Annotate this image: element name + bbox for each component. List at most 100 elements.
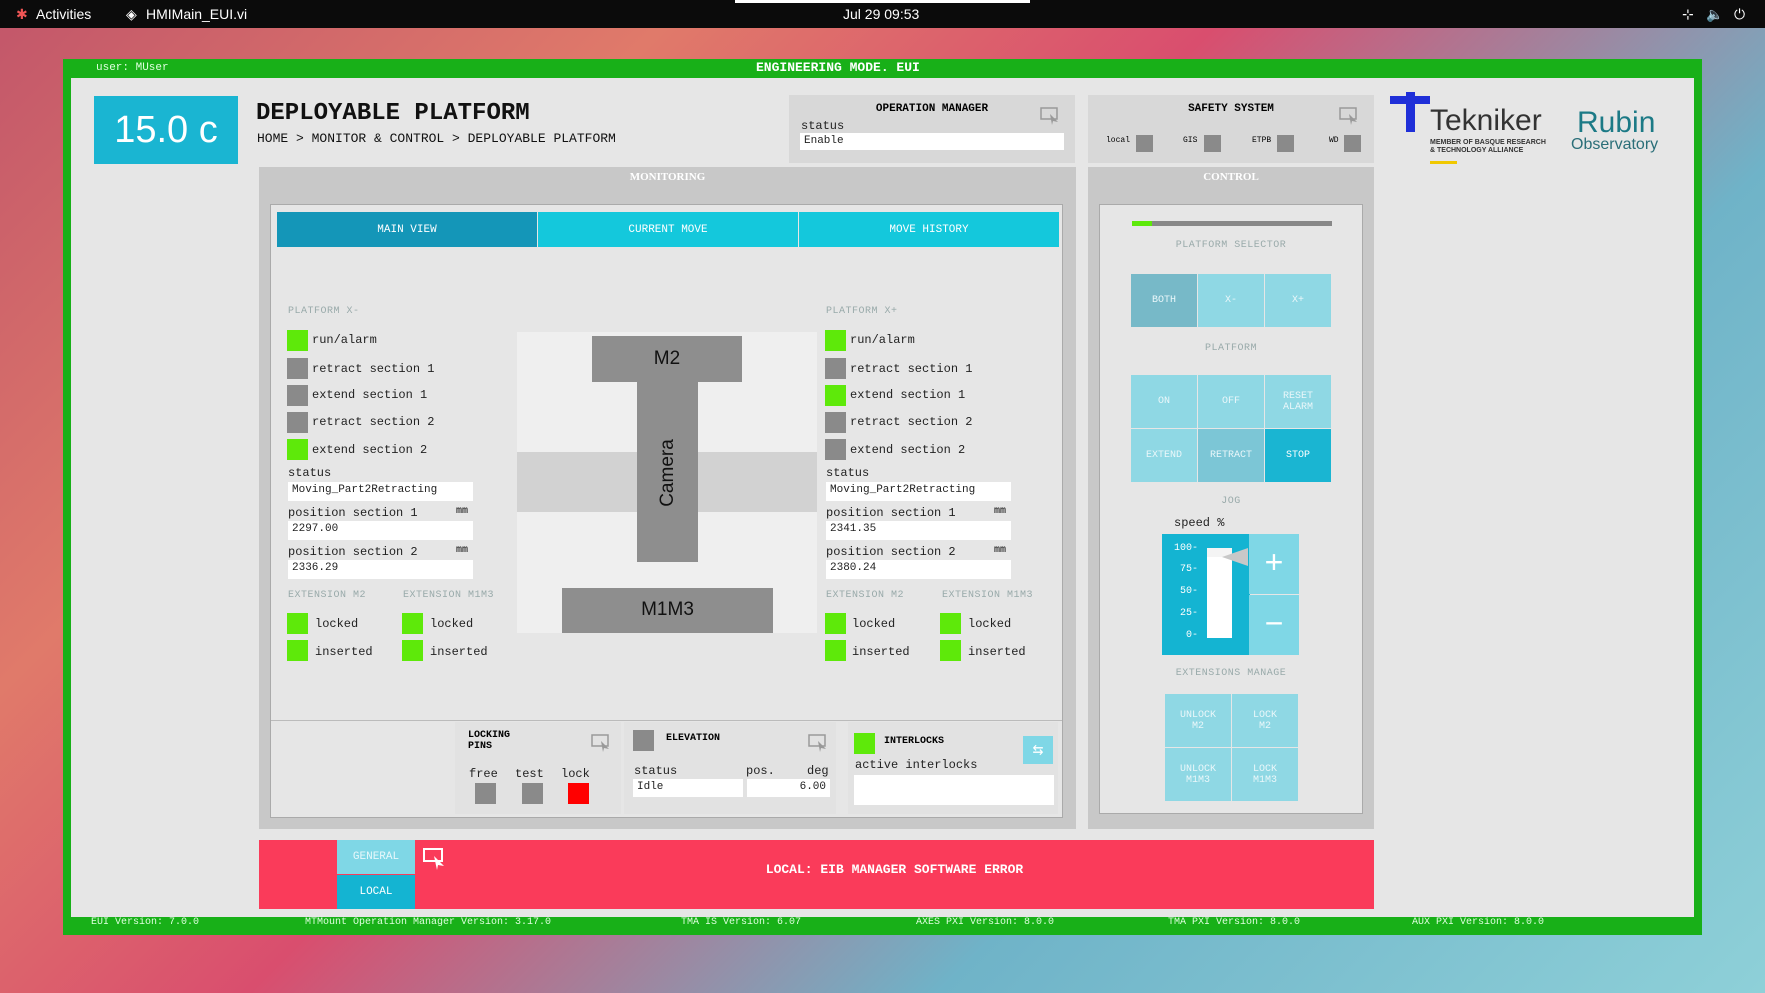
speed-slider[interactable]: 100- 75- 50- 25- 0- [1162,534,1250,655]
volume-icon[interactable]: 🔈 [1706,6,1723,23]
platform-off-button[interactable]: OFF [1198,375,1264,428]
breadcrumb[interactable]: HOME > MONITOR & CONTROL > DEPLOYABLE PL… [257,131,616,146]
tekniker-underline [1430,161,1457,164]
stop-button[interactable]: STOP [1265,429,1331,482]
lock-m1m3-label-2: M1M3 [1252,774,1277,786]
pin-test-led [522,783,543,804]
activities-button[interactable]: Activities [36,6,91,22]
selector-x-minus-button[interactable]: X- [1198,274,1264,327]
platform-selector-label: PLATFORM SELECTOR [1175,240,1287,251]
speed-slider-thumb[interactable] [1222,548,1248,566]
safety-gis-led [1204,135,1221,152]
m1m3-label: M1M3 [641,599,694,620]
control-title: CONTROL [1203,171,1259,183]
xm-extend-2-label: extend section 2 [312,443,428,457]
xp-ext-m1m3-title: EXTENSION M1M3 [942,590,1034,601]
xm-extend-1-label: extend section 1 [312,388,428,402]
tekniker-subtitle-1: MEMBER OF BASQUE RESEARCH [1430,139,1546,146]
mode-label: ENGINEERING MODE. EUI [756,60,920,75]
observatory-logo: Observatory [1571,136,1659,153]
unlock-m1m3-label-2: M1M3 [1185,774,1210,786]
operation-manager-title: OPERATION MANAGER [875,103,989,115]
power-icon[interactable]: ⏻ [1734,6,1745,23]
progress-bar [1132,221,1332,226]
xm-m2-locked-led [287,613,308,634]
xp-pos1-label: position section 1 [826,506,956,520]
interlocks-led [854,733,875,754]
operation-manager-status: Enable [800,133,1064,150]
xp-pos2-label: position section 2 [826,545,956,559]
tekniker-logo: Tekniker [1430,104,1542,137]
xp-m1m3-locked-label: locked [968,617,1012,631]
xp-pos1-unit: mm [994,506,1007,517]
xp-status-label: status [826,466,870,480]
activities-icon: ✱ [16,6,28,22]
xm-retract-2-led [287,412,308,433]
reset-alarm-label-1: RESET [1282,390,1313,402]
app-menu[interactable]: HMIMain_EUI.vi [146,6,247,22]
platform-on-button[interactable]: ON [1131,375,1197,428]
tick-50: 50- [1180,586,1199,597]
xp-m1m3-inserted-label: inserted [968,645,1026,659]
unlock-m1m3-button[interactable]: UNLOCK M1M3 [1165,748,1231,801]
safety-system-title: SAFETY SYSTEM [1188,103,1274,115]
rubin-logo: Rubin [1577,106,1656,139]
locking-pins-panel: LOCKING PINS free test lock [455,722,621,814]
tekniker-logo-icon [1390,92,1430,132]
alarm-tab-local[interactable]: LOCAL [337,875,415,909]
xm-extend-1-led [287,385,308,406]
monitoring-title: MONITORING [629,171,706,183]
network-icon[interactable]: ⊹ [1682,6,1694,23]
tick-0: 0- [1186,630,1199,641]
xm-pos2-label: position section 2 [288,545,418,559]
platform-plus-title: PLATFORM X+ [826,306,898,317]
safety-etpb-label: ETPB [1252,136,1272,145]
elevation-pos-field: 6.00 [747,779,830,797]
xp-status-field: Moving_Part2Retracting [826,482,1011,501]
lock-m2-button[interactable]: LOCK M2 [1232,694,1298,747]
tab-move-history[interactable]: MOVE HISTORY [799,212,1059,247]
retract-button[interactable]: RETRACT [1198,429,1264,482]
footer-tma-pxi-version: TMA PXI Version: 8.0.0 [1168,917,1301,928]
lock-m1m3-button[interactable]: LOCK M1M3 [1232,748,1298,801]
refresh-icon[interactable]: ⇆ [1023,736,1053,764]
user-label: user: MUser [96,62,169,74]
unlock-m2-button[interactable]: UNLOCK M2 [1165,694,1231,747]
speed-slider-fill [1207,557,1232,638]
xm-retract-1-led [287,358,308,379]
platform-label: PLATFORM [1204,343,1257,354]
speed-decrease-button[interactable]: − [1249,595,1299,655]
xm-retract-1-label: retract section 1 [312,362,435,376]
alarm-message: LOCAL: EIB MANAGER SOFTWARE ERROR [765,862,1024,877]
xp-m2-locked-label: locked [852,617,896,631]
footer-eui-version: EUI Version: 7.0.0 [91,917,200,928]
safety-local-label: local [1106,136,1131,145]
footer-om-version: MTMount Operation Manager Version: 3.17.… [305,917,552,928]
extend-button[interactable]: EXTEND [1131,429,1197,482]
speed-increase-button[interactable]: + [1249,534,1299,594]
xp-pos2-unit: mm [994,545,1007,556]
tick-100: 100- [1174,543,1199,554]
tab-current-move[interactable]: CURRENT MOVE [538,212,798,247]
xm-ext-m1m3-title: EXTENSION M1M3 [403,590,495,601]
cursor-icon[interactable] [808,734,828,752]
xm-m2-locked-label: locked [315,617,359,631]
elevation-status-field: Idle [633,779,743,797]
xm-ext-m2-title: EXTENSION M2 [288,590,367,601]
xm-pos1-label: position section 1 [288,506,418,520]
xp-pos1-field: 2341.35 [826,521,1011,540]
clock[interactable]: Jul 29 09:53 [843,6,919,22]
selector-x-plus-button[interactable]: X+ [1265,274,1331,327]
cursor-icon[interactable] [591,734,611,752]
elevation-status-label: status [634,764,678,778]
lock-m2-label-2: M2 [1258,720,1271,732]
selector-both-button[interactable]: BOTH [1131,274,1197,327]
alarm-tab-general[interactable]: GENERAL [337,840,415,874]
safety-wd-label: WD [1329,136,1339,145]
tab-main-view[interactable]: MAIN VIEW [277,212,537,247]
active-interlocks-field [854,775,1054,805]
reset-alarm-button[interactable]: RESET ALARM [1265,375,1331,428]
cursor-icon[interactable] [1339,107,1359,125]
system-topbar: ✱ Activities ◈ HMIMain_EUI.vi Jul 29 09:… [0,0,1765,28]
cursor-icon[interactable] [1040,107,1060,125]
